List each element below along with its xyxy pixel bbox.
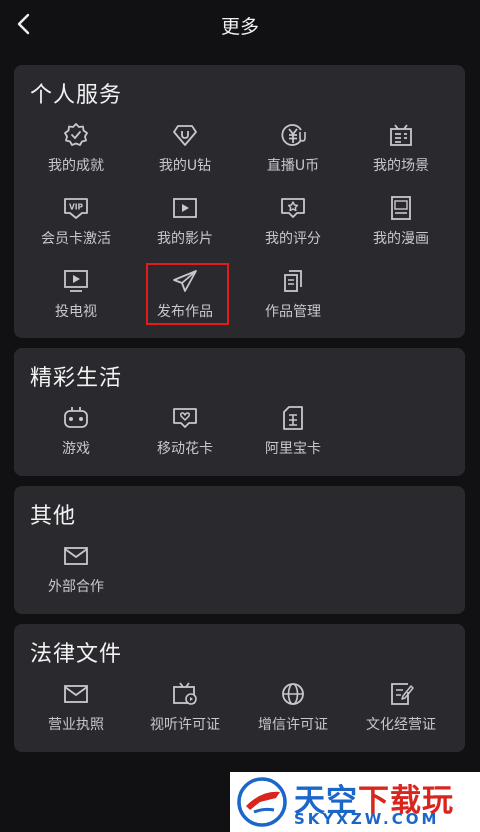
item-label: 游戏	[62, 441, 90, 457]
sim-card-icon	[283, 406, 303, 430]
item-business-license[interactable]: 营业执照	[22, 676, 130, 740]
item-ali-bao-card[interactable]: 阿里宝卡	[239, 400, 347, 464]
item-my-comics[interactable]: 我的漫画	[347, 190, 455, 254]
item-value-added-license[interactable]: 增信许可证	[239, 676, 347, 740]
item-label: 增信许可证	[258, 717, 328, 733]
item-label: 投电视	[55, 304, 97, 320]
tv-icon	[173, 682, 197, 705]
item-my-u-diamond[interactable]: 我的U钻	[131, 117, 239, 181]
top-bar: 更多	[0, 0, 480, 52]
section-others: 其他 外部合作	[14, 486, 465, 614]
item-label: 会员卡激活	[41, 231, 111, 247]
item-my-achievements[interactable]: 我的成就	[22, 117, 130, 181]
item-member-card-activation[interactable]: VIP 会员卡激活	[22, 190, 130, 254]
item-cast-to-tv[interactable]: 投电视	[22, 263, 130, 327]
svg-text:VIP: VIP	[69, 203, 84, 212]
item-my-scenes[interactable]: 我的场景	[347, 117, 455, 181]
video-icon	[173, 198, 197, 218]
watermark-logo: 天空下载玩 SKYXZW.COM	[230, 772, 480, 832]
item-label: 营业执照	[48, 717, 104, 733]
item-label: 我的漫画	[373, 231, 429, 247]
item-label: 我的评分	[265, 231, 321, 247]
vip-card-icon: VIP	[64, 198, 88, 219]
document-edit-icon	[391, 683, 414, 705]
item-audiovisual-license[interactable]: 视听许可证	[131, 676, 239, 740]
item-external-cooperation[interactable]: 外部合作	[22, 538, 130, 602]
section-wonderful-life: 精彩生活 游戏 移动花卡 阿里宝卡	[14, 348, 465, 476]
item-label: 阿里宝卡	[265, 441, 321, 457]
item-label: 直播U币	[266, 158, 320, 174]
coin-icon	[281, 124, 306, 146]
item-label: 文化经营证	[366, 717, 436, 733]
airplane-logo-icon	[237, 777, 287, 827]
item-label: 外部合作	[48, 579, 104, 595]
watermark-url: SKYXZW.COM	[294, 810, 440, 828]
mail-icon	[64, 547, 88, 565]
diamond-icon	[173, 125, 197, 146]
mail-icon	[64, 685, 88, 703]
globe-icon	[282, 683, 304, 705]
gamepad-icon	[64, 407, 88, 428]
item-label: 作品管理	[265, 304, 321, 320]
item-my-ratings[interactable]: 我的评分	[239, 190, 347, 254]
item-label: 我的U钻	[158, 158, 212, 174]
comic-book-icon	[391, 196, 411, 220]
item-live-u-coin[interactable]: 直播U币	[239, 117, 347, 181]
heart-card-icon	[173, 408, 197, 428]
item-mobile-flower-card[interactable]: 移动花卡	[131, 400, 239, 464]
section-title: 其他	[30, 504, 77, 529]
item-works-management[interactable]: 作品管理	[239, 263, 347, 327]
star-rating-icon	[281, 198, 305, 218]
item-culture-business-license[interactable]: 文化经营证	[347, 676, 455, 740]
section-personal-services: 个人服务 我的成就 我的U钻 直播U币 我的场景 VIP 会员卡激活 我的影片 …	[14, 65, 465, 338]
item-label: 移动花卡	[157, 441, 213, 457]
page-title: 更多	[220, 16, 259, 38]
section-title: 个人服务	[30, 83, 123, 108]
files-icon	[284, 270, 302, 292]
section-legal-documents: 法律文件 营业执照 视听许可证 增信许可证 文化经营证	[14, 624, 465, 752]
item-label: 我的影片	[157, 231, 213, 247]
item-games[interactable]: 游戏	[22, 400, 130, 464]
section-title: 法律文件	[30, 642, 123, 667]
calendar-icon	[390, 124, 412, 146]
badge-icon	[64, 123, 88, 146]
item-label: 我的场景	[373, 158, 429, 174]
item-my-videos[interactable]: 我的影片	[131, 190, 239, 254]
item-label: 我的成就	[48, 158, 104, 174]
cast-tv-icon	[64, 270, 88, 292]
item-label: 视听许可证	[150, 717, 220, 733]
highlight-frame	[146, 263, 229, 325]
section-title: 精彩生活	[30, 366, 123, 391]
